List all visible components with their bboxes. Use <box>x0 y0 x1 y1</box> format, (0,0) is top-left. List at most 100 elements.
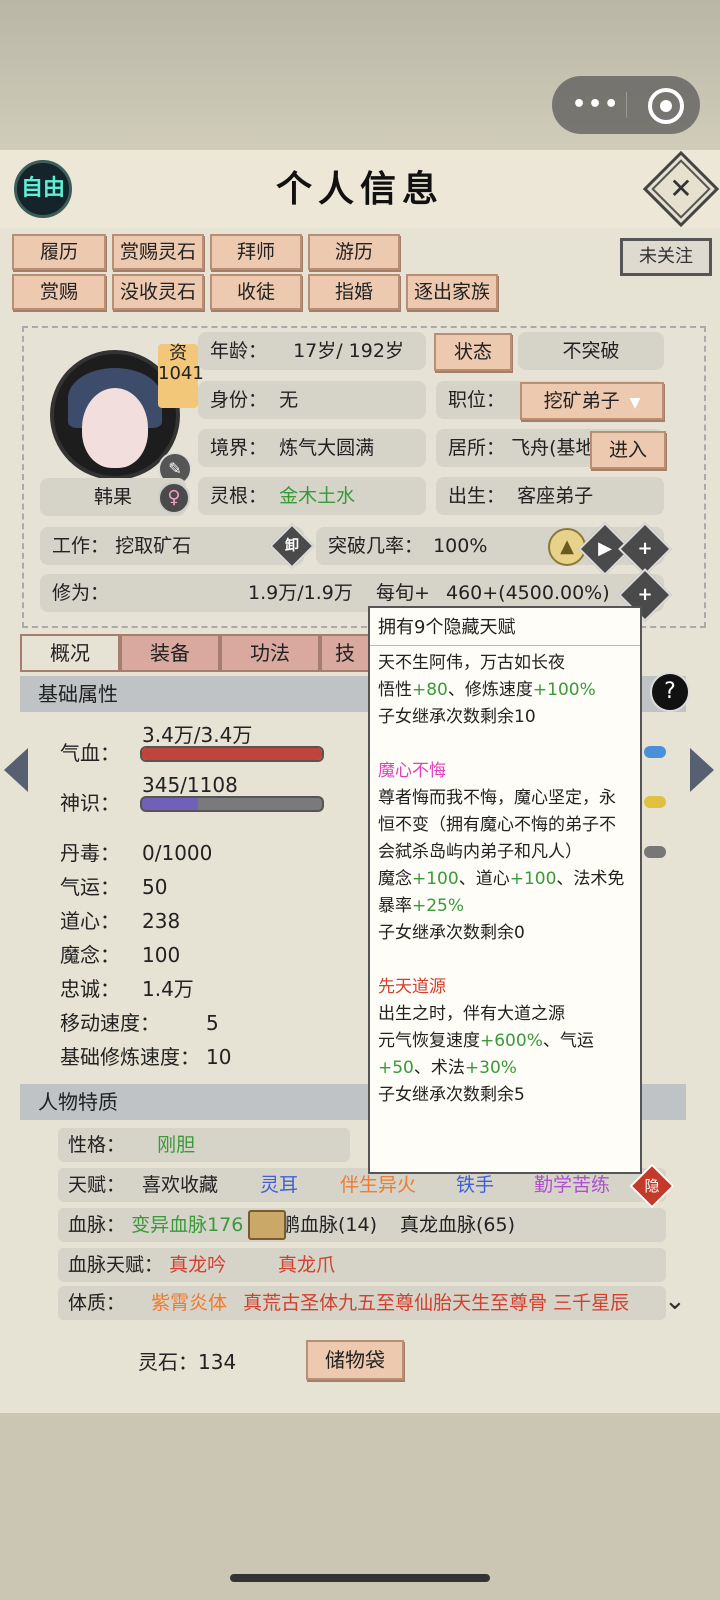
expel-button[interactable]: 逐出家族 <box>406 274 498 310</box>
constitution-item[interactable]: 真荒古圣体九五至尊仙胎天生至尊骨 三千星辰 <box>243 1292 629 1314</box>
spirit-root-field: 灵根： 金木土水 <box>198 477 426 515</box>
tab-equipment[interactable]: 装备 <box>120 634 220 672</box>
tooltip-header: 拥有9个隐藏天赋 <box>370 614 640 646</box>
stat-value: 5 <box>206 1011 219 1035</box>
birth-label: 出生： <box>448 485 506 507</box>
break-rate-label: 突破几率： <box>328 535 424 557</box>
chevron-down-icon[interactable]: ⌄ <box>664 1286 686 1316</box>
aptitude-badge: 资 1041 <box>158 343 204 408</box>
realm-field: 境界： 炼气大圆满 <box>198 429 426 467</box>
age-label: 年龄： <box>210 340 268 362</box>
hp-label: 气血： <box>60 741 120 765</box>
constitution-row: 体质： 紫霄炎体 真荒古圣体九五至尊仙胎天生至尊骨 三千星辰 <box>58 1286 666 1320</box>
talent-label: 天赋： <box>68 1174 126 1196</box>
stat-value: 0/1000 <box>142 841 213 865</box>
root-label: 灵根： <box>210 485 268 507</box>
bloodline-item[interactable]: 变异血脉176 <box>131 1214 243 1236</box>
blood-talent-item[interactable]: 真龙吟 <box>169 1254 226 1276</box>
tab-skills[interactable]: 功法 <box>220 634 320 672</box>
personality-label: 性格： <box>68 1134 126 1156</box>
blood-talent-item[interactable]: 真龙爪 <box>278 1248 335 1282</box>
position-label: 职位： <box>448 389 506 411</box>
bloodline-item[interactable]: 真龙血脉(65) <box>400 1208 515 1242</box>
prev-arrow-icon[interactable] <box>4 748 28 792</box>
enter-button[interactable]: 进入 <box>590 431 666 469</box>
realm-label: 境界： <box>210 437 268 459</box>
stat-value: 50 <box>142 875 168 899</box>
stat-label: 忠诚： <box>60 977 120 1001</box>
tooltip-line: 魔念+100、道心+100、法术免暴率+25% <box>378 869 625 916</box>
tab-overview[interactable]: 概况 <box>20 634 120 672</box>
mini-program-capsule[interactable]: ••• <box>552 76 700 134</box>
personality-row: 性格： 刚胆 <box>58 1128 350 1162</box>
cultivation-value: 1.9万/1.9万 <box>248 582 353 604</box>
side-bar-yellow <box>644 796 666 808</box>
female-icon: ♀ <box>158 482 190 514</box>
stat-label: 基础修炼速度： <box>60 1045 200 1069</box>
blood-talent-label: 血脉天赋： <box>68 1254 164 1276</box>
position-dropdown[interactable]: 挖矿弟子 ▼ <box>520 382 664 420</box>
hidden-label[interactable]: 隐 <box>638 1172 666 1200</box>
plus-icon[interactable]: + <box>628 532 662 566</box>
hidden-talent-tooltip: 拥有9个隐藏天赋 天不生阿伟，万古如长夜 悟性+80、修炼速度+100% 子女继… <box>368 606 642 1174</box>
talent-item[interactable]: 喜欢收藏 <box>142 1168 218 1202</box>
history-button[interactable]: 履历 <box>12 234 106 270</box>
tooltip-line: 子女继承次数剩余0 <box>378 923 525 943</box>
work-field: 工作： 挖取矿石 <box>40 527 304 565</box>
bloodline-label: 血脉： <box>68 1214 126 1236</box>
apprentice-button[interactable]: 拜师 <box>210 234 302 270</box>
position-value[interactable]: 挖矿弟子 <box>544 390 620 412</box>
sense-bar <box>140 796 324 812</box>
stat-label: 丹毒： <box>60 841 120 865</box>
blood-talent-row: 血脉天赋： 真龙吟 真龙爪 <box>58 1248 666 1282</box>
travel-button[interactable]: 游历 <box>308 234 400 270</box>
spirit-stone-value: 134 <box>198 1350 237 1374</box>
side-bar-blue <box>644 746 666 758</box>
reward-button[interactable]: 赏赐 <box>12 274 106 310</box>
arrange-marriage-button[interactable]: 指婚 <box>308 274 400 310</box>
stat-label: 气运： <box>60 875 120 899</box>
realm-value: 炼气大圆满 <box>279 437 375 459</box>
tab-techniques[interactable]: 技 <box>320 634 370 672</box>
play-icon[interactable]: ▶ <box>588 532 622 566</box>
breakthrough-toggle[interactable]: 不突破 <box>518 332 664 370</box>
talent-item[interactable]: 灵耳 <box>260 1168 298 1202</box>
birth-value: 客座弟子 <box>517 485 594 507</box>
bloodline-row: 血脉： 变异血脉176 鲲鹏血脉(14) 真龙血脉(65) <box>58 1208 666 1242</box>
residence-label: 居所： <box>448 437 506 459</box>
storage-bag-button[interactable]: 储物袋 <box>306 1340 404 1380</box>
close-icon[interactable]: ✕ <box>657 165 705 213</box>
reward-stone-button[interactable]: 赏赐灵石 <box>112 234 204 270</box>
more-icon[interactable]: ••• <box>572 92 620 117</box>
stat-label: 道心： <box>60 909 120 933</box>
stat-label: 移动速度： <box>60 1011 160 1035</box>
constitution-label: 体质： <box>68 1292 126 1314</box>
follow-button[interactable]: 未关注 <box>620 238 712 276</box>
break-rate-value: 100% <box>433 535 488 557</box>
tooltip-line: 悟性+80、修炼速度+100% <box>378 680 596 700</box>
help-icon[interactable]: ? <box>650 672 690 712</box>
birth-field: 出生： 客座弟子 <box>436 477 664 515</box>
unload-label[interactable]: 卸 <box>278 532 306 560</box>
tooltip-line: 尊者悔而我不悔，魔心坚定，永恒不变（拥有魔心不悔的弟子不会弑杀岛屿内弟子和凡人） <box>378 788 616 862</box>
talent-name: 先天道源 <box>378 977 446 997</box>
confiscate-stone-button[interactable]: 没收灵石 <box>112 274 204 310</box>
side-bar-gray <box>644 846 666 858</box>
aptitude-label: 资 <box>169 343 187 364</box>
dropdown-arrow-icon: ▼ <box>629 395 641 411</box>
identity-value: 无 <box>279 389 299 411</box>
stat-label: 魔念： <box>60 943 120 967</box>
next-arrow-icon[interactable] <box>690 748 714 792</box>
bottom-area <box>0 1413 720 1600</box>
constitution-item[interactable]: 紫霄炎体 <box>151 1292 227 1314</box>
exit-target-icon[interactable] <box>648 88 684 124</box>
personality-value: 刚胆 <box>157 1134 196 1156</box>
identity-label: 身份： <box>210 389 268 411</box>
home-indicator[interactable] <box>230 1574 490 1582</box>
page-title: 个人信息 <box>275 168 444 210</box>
status-button[interactable]: 状态 <box>434 333 512 371</box>
take-disciple-button[interactable]: 收徒 <box>210 274 302 310</box>
tooltip-line: 天不生阿伟，万古如长夜 <box>378 653 565 673</box>
age-value: 17岁/ 192岁 <box>293 340 404 362</box>
spirit-stone-display: 灵石：134 <box>138 1346 236 1375</box>
